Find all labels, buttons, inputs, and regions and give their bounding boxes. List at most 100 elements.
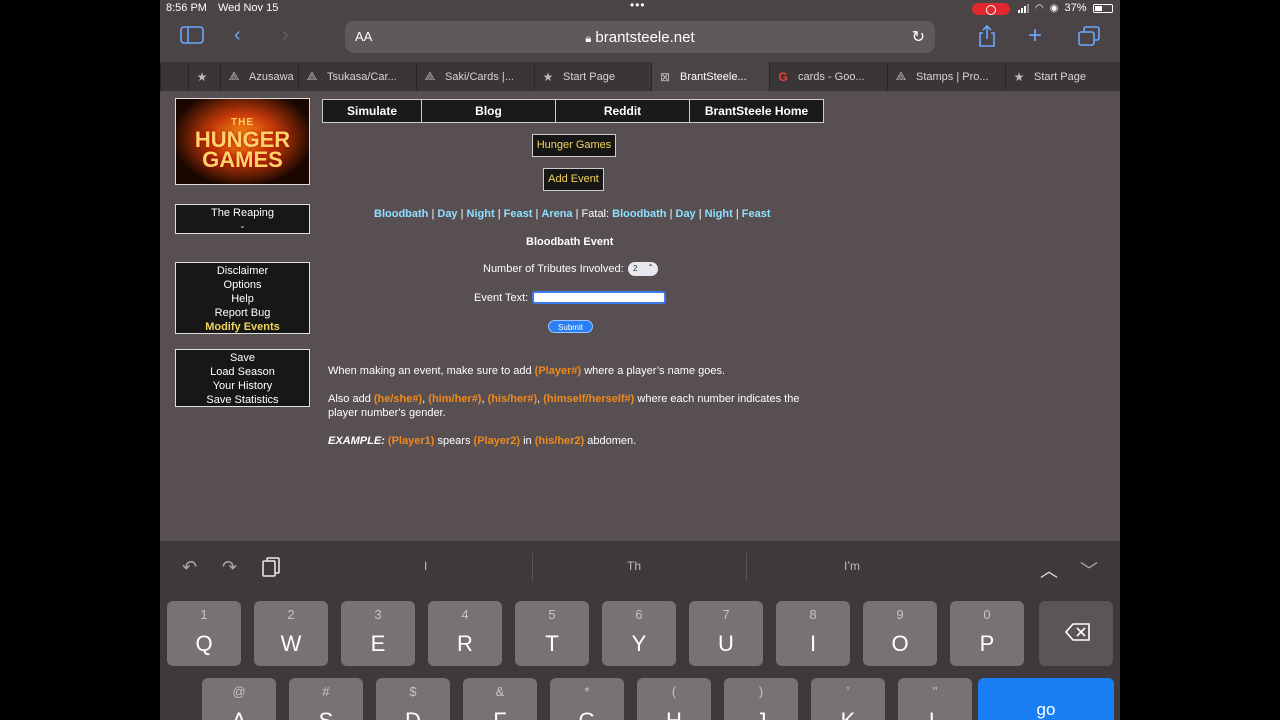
star-icon: ★ bbox=[196, 69, 208, 84]
tab-start-page-2[interactable]: ★ Start Page bbox=[1005, 62, 1120, 91]
key-t[interactable]: 5T bbox=[515, 601, 589, 666]
nav-simulate[interactable]: Simulate bbox=[323, 100, 422, 122]
menu-options[interactable]: Options bbox=[176, 278, 309, 292]
tab-stamps[interactable]: ⟁ Stamps | Pro... bbox=[887, 62, 1005, 91]
tab-label: Stamps | Pro... bbox=[916, 70, 989, 83]
key-r[interactable]: 4R bbox=[428, 601, 502, 666]
suggestion-2[interactable]: Th bbox=[627, 559, 641, 573]
tributes-select[interactable]: 2 bbox=[628, 261, 658, 276]
link-fatal-day[interactable]: Day bbox=[676, 208, 696, 220]
share-icon[interactable] bbox=[978, 24, 996, 53]
tab-saki[interactable]: ⟁ Saki/Cards |... bbox=[416, 62, 534, 91]
menu-report-bug[interactable]: Report Bug bbox=[176, 306, 309, 320]
key-w[interactable]: 2W bbox=[254, 601, 328, 666]
menu-save[interactable]: Save bbox=[176, 351, 309, 365]
key-char: G bbox=[550, 708, 624, 720]
key-f[interactable]: &F bbox=[463, 678, 537, 720]
paste-icon[interactable] bbox=[262, 557, 280, 582]
menu-save-statistics[interactable]: Save Statistics bbox=[176, 393, 309, 407]
undo-icon[interactable]: ↶ bbox=[182, 557, 197, 578]
key-o[interactable]: 9O bbox=[863, 601, 937, 666]
nav-blog[interactable]: Blog bbox=[422, 100, 556, 122]
address-bar[interactable]: AA 🔒︎ brantsteele.net ↻ bbox=[345, 21, 935, 53]
tag: (his/her#) bbox=[487, 393, 538, 405]
example-label: EXAMPLE: bbox=[328, 435, 385, 447]
key-s[interactable]: #S bbox=[289, 678, 363, 720]
new-tab-icon[interactable]: + bbox=[1028, 22, 1042, 50]
menu-your-history[interactable]: Your History bbox=[176, 379, 309, 393]
key-g[interactable]: *G bbox=[550, 678, 624, 720]
suggestion-3[interactable]: I’m bbox=[844, 559, 860, 573]
menu-modify-events[interactable]: Modify Events bbox=[176, 320, 309, 334]
key-e[interactable]: 3E bbox=[341, 601, 415, 666]
submit-button[interactable]: Submit bbox=[548, 320, 593, 333]
tributes-label: Number of Tributes Involved: bbox=[483, 263, 624, 275]
key-p[interactable]: 0P bbox=[950, 601, 1024, 666]
back-icon[interactable]: ‹ bbox=[234, 24, 241, 47]
add-event-button[interactable]: Add Event bbox=[543, 168, 604, 191]
forward-icon[interactable]: › bbox=[282, 24, 289, 47]
link-arena[interactable]: Arena bbox=[541, 208, 572, 220]
separator: | bbox=[497, 208, 501, 220]
key-l[interactable]: "L bbox=[898, 678, 972, 720]
key-u[interactable]: 7U bbox=[689, 601, 763, 666]
tab-favorites[interactable]: ★ bbox=[188, 62, 220, 91]
suggestion-1[interactable]: I bbox=[424, 559, 427, 573]
link-feast[interactable]: Feast bbox=[504, 208, 533, 220]
key-i[interactable]: 8I bbox=[776, 601, 850, 666]
tab-brantsteele[interactable]: ⊠ BrantSteele... bbox=[651, 62, 769, 91]
tab-pinned[interactable] bbox=[160, 62, 188, 91]
link-night[interactable]: Night bbox=[467, 208, 495, 220]
separator: | bbox=[431, 208, 435, 220]
tag: (his/her2) bbox=[534, 435, 585, 447]
event-text-input[interactable] bbox=[532, 291, 666, 304]
menu-help[interactable]: Help bbox=[176, 292, 309, 306]
link-fatal-bloodbath[interactable]: Bloodbath bbox=[612, 208, 666, 220]
key-char: Y bbox=[631, 631, 647, 656]
link-fatal-night[interactable]: Night bbox=[705, 208, 733, 220]
site-icon: ⟁ bbox=[306, 69, 318, 83]
reaping-link[interactable]: The Reaping bbox=[176, 206, 309, 220]
reload-icon[interactable]: ↻ bbox=[912, 27, 925, 47]
key-j[interactable]: )J bbox=[724, 678, 798, 720]
nav-reddit[interactable]: Reddit bbox=[556, 100, 690, 122]
site-icon: ⟁ bbox=[424, 69, 436, 83]
tab-start-page[interactable]: ★ Start Page bbox=[534, 62, 651, 91]
menu-load-season[interactable]: Load Season bbox=[176, 365, 309, 379]
tab-tsukasa[interactable]: ⟁ Tsukasa/Car... bbox=[298, 62, 416, 91]
key-alt: ’ bbox=[846, 684, 850, 699]
key-alt: 6 bbox=[635, 607, 643, 622]
key-d[interactable]: $D bbox=[376, 678, 450, 720]
multitasking-dots-icon[interactable]: ••• bbox=[630, 0, 646, 12]
chevron-down-icon[interactable]: ﹀ bbox=[1080, 557, 1098, 583]
redo-icon[interactable]: ↷ bbox=[222, 557, 237, 578]
tab-overview-icon[interactable] bbox=[1078, 26, 1100, 52]
sidebar-toggle-icon[interactable] bbox=[180, 26, 204, 50]
hunger-games-logo[interactable]: THE HUNGER GAMES bbox=[175, 98, 310, 185]
link-fatal-feast[interactable]: Feast bbox=[742, 208, 771, 220]
tab-label: cards - Goo... bbox=[798, 70, 865, 83]
logo-line: GAMES bbox=[202, 147, 283, 172]
key-char: J bbox=[724, 708, 798, 720]
tag: (himself/herself#) bbox=[543, 393, 635, 405]
link-day[interactable]: Day bbox=[437, 208, 457, 220]
key-alt: 7 bbox=[722, 607, 730, 622]
key-k[interactable]: ’K bbox=[811, 678, 885, 720]
key-q[interactable]: 1Q bbox=[167, 601, 241, 666]
link-bloodbath[interactable]: Bloodbath bbox=[374, 208, 428, 220]
key-a[interactable]: @A bbox=[202, 678, 276, 720]
hunger-games-button[interactable]: Hunger Games bbox=[532, 134, 616, 157]
menu-disclaimer[interactable]: Disclaimer bbox=[176, 264, 309, 278]
battery-icon bbox=[1092, 3, 1113, 13]
key-h[interactable]: (H bbox=[637, 678, 711, 720]
close-icon[interactable]: ⊠ bbox=[658, 70, 672, 84]
go-key[interactable]: go bbox=[978, 678, 1114, 720]
key-y[interactable]: 6Y bbox=[602, 601, 676, 666]
screen-recording-icon[interactable] bbox=[972, 3, 1010, 15]
tab-cards-google[interactable]: Gcards - Goo... bbox=[769, 62, 887, 91]
site-icon: ⟁ bbox=[228, 69, 240, 83]
chevron-up-icon[interactable]: ︿ bbox=[1040, 557, 1058, 583]
tab-azusawa[interactable]: ⟁ Azusawa bbox=[220, 62, 298, 91]
backspace-key[interactable] bbox=[1039, 601, 1113, 666]
nav-brantsteele-home[interactable]: BrantSteele Home bbox=[690, 100, 823, 122]
